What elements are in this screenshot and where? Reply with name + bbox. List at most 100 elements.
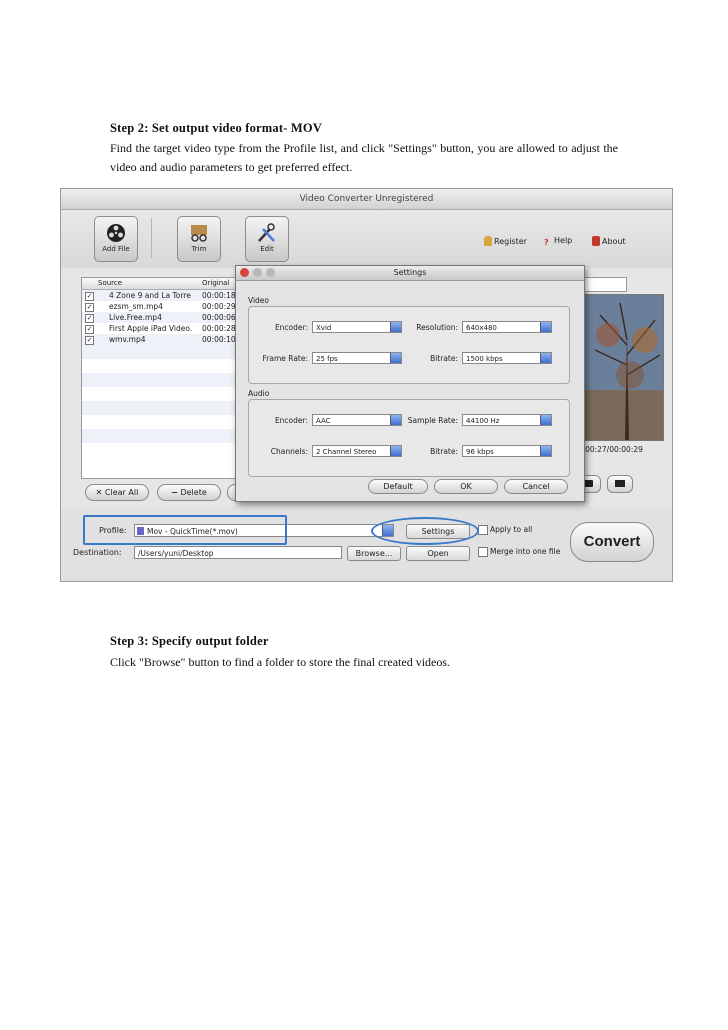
- toolbar-divider: [151, 218, 152, 258]
- resolution-select[interactable]: 640x480: [462, 321, 552, 333]
- file-row[interactable]: ✓ First Apple iPad Video. 00:00:28: [82, 323, 242, 334]
- col-source: Source: [98, 279, 123, 287]
- browse-button[interactable]: Browse...: [347, 546, 401, 561]
- video-encoder-label: Encoder:: [274, 323, 308, 332]
- file-list-header: Source Original: [82, 278, 242, 290]
- window-titlebar: Video Converter Unregistered: [61, 189, 672, 210]
- preview-image: [580, 295, 663, 440]
- audio-bitrate-value: 96 kbps: [466, 448, 494, 456]
- video-encoder-value: Xvid: [316, 324, 332, 332]
- x-icon: ✕: [95, 488, 103, 497]
- folder-button[interactable]: [607, 475, 633, 493]
- convert-button[interactable]: Convert: [570, 522, 654, 562]
- audio-group-label: Audio: [248, 389, 270, 398]
- clear-all-label: Clear All: [104, 488, 139, 497]
- step3-heading: Step 3: Specify output folder: [110, 634, 269, 648]
- channels-value: 2 Channel Stereo: [316, 448, 377, 456]
- checkmark-icon[interactable]: ✓: [85, 314, 94, 323]
- clear-all-button[interactable]: ✕ Clear All: [85, 484, 149, 501]
- window-title: Video Converter Unregistered: [299, 194, 434, 204]
- cancel-button[interactable]: Cancel: [504, 479, 568, 494]
- checkmark-icon[interactable]: ✓: [85, 292, 94, 301]
- checkmark-icon[interactable]: ✓: [85, 325, 94, 334]
- default-button[interactable]: Default: [368, 479, 428, 494]
- video-encoder-select[interactable]: Xvid: [312, 321, 402, 333]
- file-row[interactable]: ✓ Live.Free.mp4 00:00:06: [82, 312, 242, 323]
- tools-icon: [258, 223, 275, 242]
- frame-rate-value: 25 fps: [316, 355, 338, 363]
- checkmark-icon[interactable]: ✓: [85, 336, 94, 345]
- apply-to-all-checkbox[interactable]: [478, 525, 488, 535]
- file-row[interactable]: ✓ wmv.mp4 00:00:10: [82, 334, 242, 345]
- register-label: Register: [494, 237, 527, 246]
- audio-encoder-value: AAC: [316, 417, 331, 425]
- frame-rate-label: Frame Rate:: [262, 354, 308, 363]
- file-duration: 00:00:18: [202, 291, 236, 300]
- merge-checkbox[interactable]: [478, 547, 488, 557]
- profile-highlight: [83, 515, 287, 545]
- chevron-down-icon: [390, 415, 401, 425]
- file-name: 4 Zone 9 and La Torre: [109, 291, 191, 300]
- sample-rate-value: 44100 Hz: [466, 417, 500, 425]
- col-original: Original: [202, 279, 230, 287]
- sample-rate-label: Sample Rate:: [407, 416, 458, 425]
- resolution-label: Resolution:: [416, 323, 458, 332]
- chevron-down-icon: [540, 322, 551, 332]
- step2-heading: Step 2: Set output video format- MOV: [110, 121, 323, 135]
- chevron-down-icon: [540, 415, 551, 425]
- settings-highlight: [371, 517, 479, 545]
- file-list: Source Original ✓ 4 Zone 9 and La Torre 00…: [81, 277, 243, 479]
- video-group-label: Video: [248, 296, 270, 305]
- audio-encoder-label: Encoder:: [274, 416, 308, 425]
- file-row[interactable]: ✓ ezsm_sm.mp4 00:00:29: [82, 301, 242, 312]
- add-file-label: Add File: [102, 245, 130, 253]
- step3-text: Click "Browse" button to find a folder t…: [110, 655, 451, 669]
- about-link[interactable]: About: [592, 236, 626, 246]
- settings-title: Settings: [393, 268, 427, 277]
- toolbar: Add File Trim Edit Register ? Help About: [61, 210, 672, 268]
- file-name: First Apple iPad Video.: [109, 324, 193, 333]
- about-label: About: [602, 237, 626, 246]
- channels-label: Channels:: [270, 447, 308, 456]
- help-label: Help: [554, 236, 573, 245]
- video-bitrate-select[interactable]: 1500 kbps: [462, 352, 552, 364]
- chevron-down-icon: [390, 446, 401, 456]
- app-screenshot: Video Converter Unregistered Add File Tr…: [60, 188, 673, 582]
- delete-button[interactable]: − Delete: [157, 484, 221, 501]
- edit-button[interactable]: Edit: [245, 216, 289, 262]
- file-duration: 00:00:28: [202, 324, 236, 333]
- file-duration: 00:00:29: [202, 302, 236, 311]
- audio-bitrate-select[interactable]: 96 kbps: [462, 445, 552, 457]
- destination-field[interactable]: /Users/yuni/Desktop: [134, 546, 342, 559]
- question-icon: ?: [544, 238, 549, 247]
- video-bitrate-label: Bitrate:: [430, 354, 458, 363]
- file-duration: 00:00:10: [202, 335, 236, 344]
- ok-button[interactable]: OK: [434, 479, 498, 494]
- audio-group: [248, 399, 570, 477]
- chevron-down-icon: [540, 446, 551, 456]
- trim-label: Trim: [191, 245, 207, 253]
- audio-encoder-select[interactable]: AAC: [312, 414, 402, 426]
- folder-icon: [615, 480, 625, 487]
- open-button[interactable]: Open: [406, 546, 470, 561]
- chevron-down-icon: [540, 353, 551, 363]
- file-row[interactable]: ✓ 4 Zone 9 and La Torre 00:00:18: [82, 290, 242, 301]
- minus-icon: −: [171, 488, 178, 497]
- apply-to-all-label: Apply to all: [490, 525, 533, 534]
- help-link[interactable]: ? Help: [544, 236, 572, 248]
- audio-bitrate-label: Bitrate:: [430, 447, 458, 456]
- add-file-button[interactable]: Add File: [94, 216, 138, 262]
- scissors-icon: [191, 225, 207, 242]
- channels-select[interactable]: 2 Channel Stereo: [312, 445, 402, 457]
- file-name: Live.Free.mp4: [109, 313, 162, 322]
- video-group: [248, 306, 570, 384]
- sample-rate-select[interactable]: 44100 Hz: [462, 414, 552, 426]
- register-link[interactable]: Register: [484, 236, 527, 246]
- resolution-value: 640x480: [466, 324, 497, 332]
- checkmark-icon[interactable]: ✓: [85, 303, 94, 312]
- step2-text: Find the target video type from the Prof…: [110, 141, 618, 174]
- settings-dialog: Settings Video Encoder: Xvid Resolution:…: [235, 265, 585, 502]
- merge-label: Merge into one file: [490, 547, 561, 556]
- frame-rate-select[interactable]: 25 fps: [312, 352, 402, 364]
- trim-button[interactable]: Trim: [177, 216, 221, 262]
